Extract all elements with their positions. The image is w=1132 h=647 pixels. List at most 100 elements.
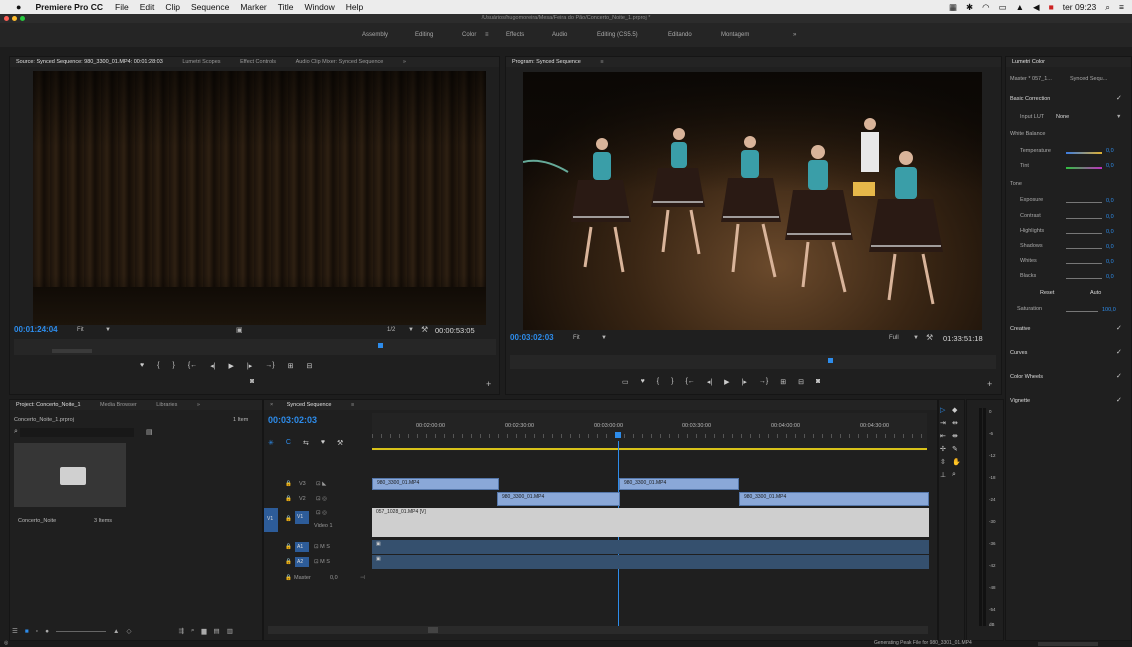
go-to-in-icon[interactable]: {← (188, 362, 197, 374)
track-v1-target[interactable]: V1 (295, 511, 309, 524)
apple-icon[interactable]: ● (16, 2, 21, 12)
vignette-header[interactable]: Vignette (1010, 398, 1030, 404)
tint-value[interactable]: 0,0 (1106, 163, 1114, 169)
program-video-frame[interactable] (523, 72, 982, 330)
workspace-editing[interactable]: Editing (415, 23, 433, 47)
export-frame-icon[interactable]: ◙ (250, 378, 254, 385)
clip-a2[interactable]: ▣ (372, 555, 929, 569)
slide-tool-icon[interactable]: ⇳ (940, 458, 952, 466)
shadows-value[interactable]: 0,0 (1106, 244, 1114, 250)
bin-thumbnail[interactable] (14, 443, 126, 507)
track-v2-label[interactable]: V2 (299, 496, 306, 502)
step-forward-icon[interactable]: |▸ (247, 362, 252, 374)
tone-header[interactable]: Tone (1010, 181, 1022, 187)
source-time-ruler[interactable] (14, 339, 496, 355)
list-icon[interactable]: ≡ (1119, 2, 1124, 12)
step-forward-icon[interactable]: |▸ (742, 378, 747, 390)
linked-selection-icon[interactable]: ⇆ (303, 439, 309, 449)
track-a1-target[interactable]: A1 (295, 542, 309, 552)
source-timecode[interactable]: 00:01:24:04 (14, 325, 58, 334)
chevron-down-icon[interactable]: ▼ (913, 335, 919, 341)
snap-icon[interactable]: C (286, 439, 291, 449)
whites-value[interactable]: 0,0 (1106, 259, 1114, 265)
workspace-overflow[interactable]: » (793, 23, 796, 47)
white-balance-header[interactable]: White Balance (1010, 131, 1045, 137)
mark-in-icon[interactable]: { (657, 378, 659, 390)
highlights-value[interactable]: 0,0 (1106, 229, 1114, 235)
find-icon[interactable]: ⌕ (191, 627, 195, 635)
workspace-audio[interactable]: Audio (552, 23, 567, 47)
contrast-slider[interactable] (1066, 218, 1102, 219)
source-video-frame[interactable] (33, 71, 486, 325)
tab-project[interactable]: Project: Concerto_Noite_1 (16, 402, 81, 408)
menu-edit[interactable]: Edit (140, 2, 155, 12)
menu-lines-icon[interactable]: ≡ (600, 59, 603, 65)
chevron-down-icon[interactable]: ▼ (105, 327, 111, 333)
nest-icon[interactable]: ✳ (268, 439, 274, 449)
play-icon[interactable]: ▶ (229, 362, 234, 374)
timeline-scrollbar[interactable] (268, 626, 928, 634)
program-time-ruler[interactable] (510, 355, 996, 369)
basic-correction-header[interactable]: Basic Correction (1010, 96, 1050, 102)
clip-a1[interactable]: ▣ (372, 540, 929, 554)
blacks-value[interactable]: 0,0 (1106, 274, 1114, 280)
curves-header[interactable]: Curves (1010, 350, 1027, 356)
zoom-slider[interactable] (56, 630, 107, 632)
mark-in-icon[interactable]: { (157, 362, 159, 374)
source-patch-v1[interactable]: V1 (264, 508, 278, 532)
clip-v3-a[interactable]: 980_3300_01.MP4 (372, 478, 499, 490)
track-a1-controls[interactable]: ⊡ M S (314, 544, 330, 550)
add-marker-icon[interactable]: ♥ (140, 362, 144, 374)
auto-button[interactable]: Auto (1090, 290, 1101, 296)
safe-margins-icon[interactable]: ▭ (622, 378, 629, 390)
spotlight-icon[interactable]: ⌕ (1105, 2, 1110, 13)
zoom-in-icon[interactable]: ▲ (113, 628, 119, 635)
add-marker-icon[interactable]: ♥ (641, 378, 645, 390)
track-a2-controls[interactable]: ⊡ M S (314, 559, 330, 565)
pen-tool-icon[interactable]: ✎ (952, 445, 964, 453)
tab-program[interactable]: Program: Synced Sequence (512, 59, 581, 65)
extract-icon[interactable]: ⊟ (798, 378, 804, 390)
scrollbar-thumb[interactable] (428, 627, 438, 633)
clock[interactable]: ter 09:23 (1063, 2, 1097, 12)
selection-tool-icon[interactable]: ▷ (940, 406, 952, 414)
slip-tool-icon[interactable]: ✢ (940, 445, 952, 453)
lock-icon[interactable]: 🔒 (285, 496, 292, 502)
tab-effect-controls[interactable]: Effect Controls (240, 59, 276, 65)
lock-icon[interactable]: 🔒 (285, 516, 292, 522)
go-to-end-icon[interactable]: ⊣ (360, 575, 365, 581)
tab-libraries[interactable]: Libraries (156, 402, 177, 408)
icon-view-icon[interactable]: ■ (25, 628, 29, 635)
menu-title[interactable]: Title (278, 2, 294, 12)
tab-lumetri-scopes[interactable]: Lumetri Scopes (182, 59, 220, 65)
chevron-down-icon[interactable]: ▼ (408, 327, 414, 333)
blacks-slider[interactable] (1066, 278, 1102, 279)
chevron-down-icon[interactable]: ▼ (1116, 114, 1121, 120)
lock-icon[interactable]: 🔒 (285, 559, 292, 565)
trash-icon[interactable]: ▥ (227, 627, 233, 635)
sort-icon[interactable]: ◇ (126, 627, 131, 635)
track-v3-label[interactable]: V3 (299, 481, 306, 487)
track-v3-toggles[interactable]: ⊡ ◣ (316, 481, 326, 487)
mark-out-icon[interactable]: } (671, 378, 673, 390)
menu-window[interactable]: Window (305, 2, 335, 12)
track-select-tool-icon[interactable]: ◆ (952, 406, 964, 414)
zoom-window-button[interactable] (20, 16, 25, 21)
timeline-timecode[interactable]: 00:03:02:03 (268, 415, 317, 425)
zoom-tool-icon[interactable]: ⌕ (952, 471, 964, 479)
ripple-edit-tool-icon[interactable]: ⇥ (940, 419, 952, 427)
zoom-out-icon[interactable]: ● (45, 628, 49, 635)
program-playhead[interactable] (828, 358, 833, 363)
eye-icon[interactable]: ⊡ ◎ (316, 510, 327, 516)
project-search-input[interactable] (20, 428, 134, 437)
menu-lines-icon[interactable]: ≡ (485, 23, 489, 47)
program-quality-dropdown[interactable]: Full (889, 335, 899, 341)
clip-v3-b[interactable]: 980_3300_01.MP4 (619, 478, 739, 490)
clip-v2-a[interactable]: 980_3300_01.MP4 (497, 492, 620, 506)
wrench-icon[interactable]: ⚒ (926, 333, 933, 342)
step-back-icon[interactable]: ◂| (707, 378, 712, 390)
temperature-value[interactable]: 0,0 (1106, 148, 1114, 154)
lock-icon[interactable]: 🔒 (285, 575, 292, 581)
input-lut-dropdown[interactable]: None (1056, 114, 1069, 120)
shadows-slider[interactable] (1066, 248, 1102, 249)
